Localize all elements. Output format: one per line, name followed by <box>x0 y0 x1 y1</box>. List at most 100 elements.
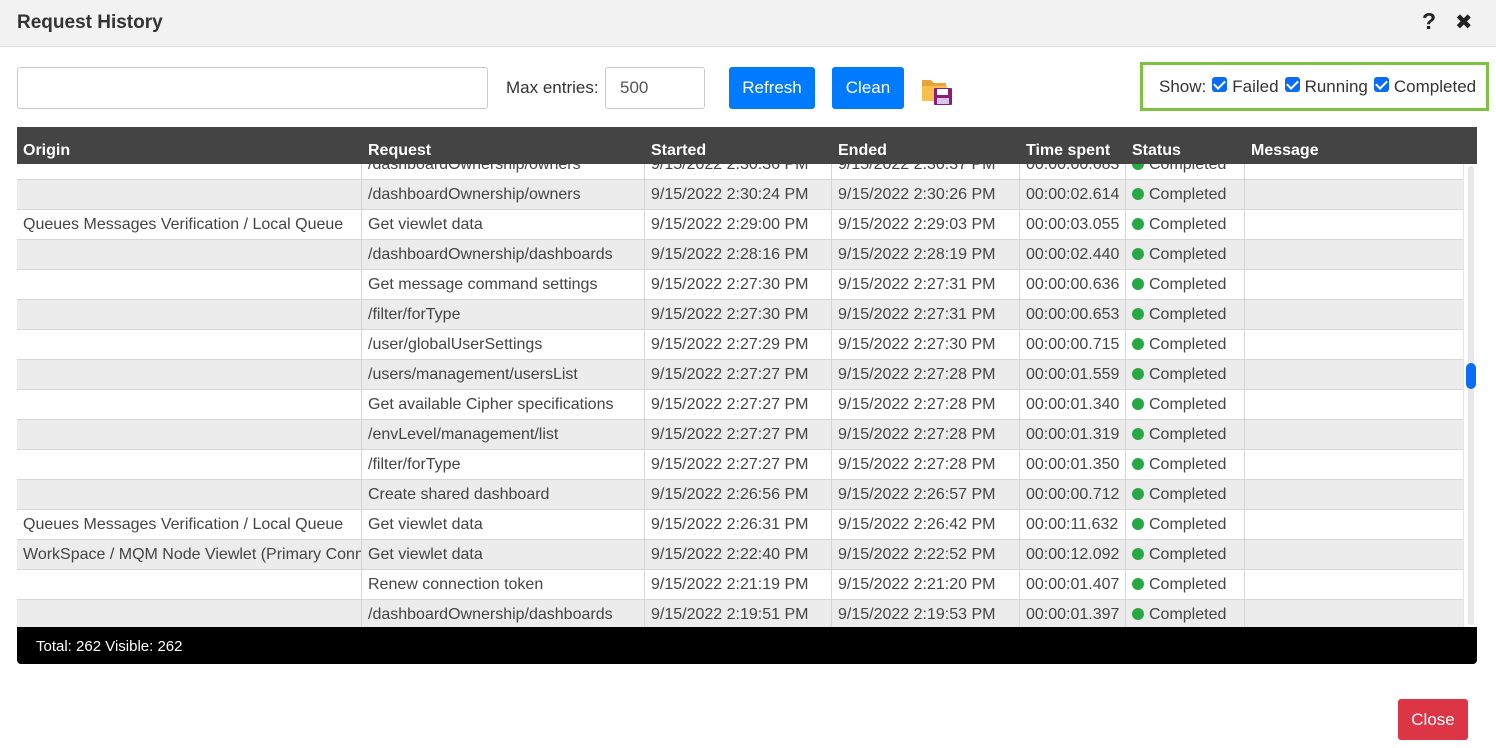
started-cell: 9/15/2022 2:27:27 PM <box>645 420 832 450</box>
status-cell: Completed <box>1126 330 1245 360</box>
table-row[interactable]: Create shared dashboard 9/15/2022 2:26:56… <box>17 480 1463 510</box>
column-header-message[interactable]: Message <box>1251 142 1319 160</box>
time-spent-cell: 00:00:03.055 <box>1020 210 1126 240</box>
table-row[interactable]: Queues Messages Verification / Local Que… <box>17 210 1463 240</box>
ended-cell: 9/15/2022 2:28:19 PM <box>832 240 1020 270</box>
status-dot-icon <box>1132 218 1144 230</box>
table-scrollbar[interactable] <box>1463 164 1477 627</box>
dialog-title: Request History <box>17 12 163 33</box>
time-spent-cell: 00:00:01.319 <box>1020 420 1126 450</box>
started-cell: 9/15/2022 2:27:30 PM <box>645 300 832 330</box>
started-cell: 9/15/2022 2:19:51 PM <box>645 600 832 627</box>
ended-cell: 9/15/2022 2:27:28 PM <box>832 390 1020 420</box>
ended-cell: 9/15/2022 2:27:31 PM <box>832 270 1020 300</box>
started-cell: 9/15/2022 2:28:16 PM <box>645 240 832 270</box>
request-cell: /dashboardOwnership/dashboards <box>362 240 645 270</box>
column-header-time-spent[interactable]: Time spent <box>1026 142 1110 160</box>
table-row[interactable]: Get available Cipher specifications 9/15/… <box>17 390 1463 420</box>
running-label: Running <box>1304 76 1368 96</box>
scrollbar-thumb[interactable] <box>1466 363 1476 389</box>
table-row[interactable]: /dashboardOwnership/owners 9/15/2022 2:30… <box>17 164 1463 180</box>
message-cell <box>1245 270 1463 300</box>
table-header: Origin Request Started Ended Time spent … <box>17 127 1477 164</box>
started-cell: 9/15/2022 2:30:36 PM <box>645 164 832 180</box>
status-cell: Completed <box>1126 164 1245 180</box>
table-row[interactable]: WorkSpace / MQM Node Viewlet (Primary Co… <box>17 540 1463 570</box>
search-input[interactable] <box>17 67 488 109</box>
status-text: Completed <box>1149 366 1227 383</box>
table-row[interactable]: /dashboardOwnership/dashboards 9/15/2022 … <box>17 600 1463 627</box>
folder-save-icon[interactable] <box>920 74 954 106</box>
status-text: Completed <box>1149 306 1227 323</box>
status-filter-box: Show: Failed Running Completed <box>1140 62 1489 111</box>
origin-cell <box>17 420 362 450</box>
table-row[interactable]: Renew connection token 9/15/2022 2:21:19 … <box>17 570 1463 600</box>
status-text: Completed <box>1149 246 1227 263</box>
table-row[interactable]: /filter/forType 9/15/2022 2:27:30 PM 9/15/… <box>17 300 1463 330</box>
request-cell: /users/management/usersList <box>362 360 645 390</box>
status-text: Completed <box>1149 546 1227 563</box>
column-header-origin[interactable]: Origin <box>23 142 70 160</box>
status-dot-icon <box>1132 308 1144 320</box>
column-header-ended[interactable]: Ended <box>838 142 887 160</box>
request-cell: /filter/forType <box>362 300 645 330</box>
status-text: Completed <box>1149 486 1227 503</box>
origin-cell <box>17 164 362 180</box>
max-entries-input[interactable] <box>605 67 705 109</box>
ended-cell: 9/15/2022 2:30:37 PM <box>832 164 1020 180</box>
request-cell: Get available Cipher specifications <box>362 390 645 420</box>
ended-cell: 9/15/2022 2:29:03 PM <box>832 210 1020 240</box>
close-icon[interactable]: ✖ <box>1455 10 1473 35</box>
table-row[interactable]: /dashboardOwnership/dashboards 9/15/2022 … <box>17 240 1463 270</box>
close-button[interactable]: Close <box>1398 699 1468 740</box>
request-cell: Get viewlet data <box>362 540 645 570</box>
status-cell: Completed <box>1126 600 1245 627</box>
status-dot-icon <box>1132 458 1144 470</box>
started-cell: 9/15/2022 2:30:24 PM <box>645 180 832 210</box>
table-row[interactable]: /dashboardOwnership/owners 9/15/2022 2:30… <box>17 180 1463 210</box>
status-dot-icon <box>1132 548 1144 560</box>
message-cell <box>1245 450 1463 480</box>
time-spent-cell: 00:00:02.614 <box>1020 180 1126 210</box>
started-cell: 9/15/2022 2:26:56 PM <box>645 480 832 510</box>
started-cell: 9/15/2022 2:27:29 PM <box>645 330 832 360</box>
started-cell: 9/15/2022 2:29:00 PM <box>645 210 832 240</box>
status-cell: Completed <box>1126 420 1245 450</box>
clean-button[interactable]: Clean <box>832 67 904 109</box>
help-icon[interactable]: ? <box>1422 8 1436 35</box>
origin-cell <box>17 570 362 600</box>
status-dot-icon <box>1132 368 1144 380</box>
status-text: Completed <box>1149 216 1227 233</box>
status-dot-icon <box>1132 518 1144 530</box>
message-cell <box>1245 510 1463 540</box>
origin-cell <box>17 450 362 480</box>
filter-running[interactable]: Running <box>1284 76 1368 97</box>
status-cell: Completed <box>1126 450 1245 480</box>
message-cell <box>1245 210 1463 240</box>
table-row[interactable]: /envLevel/management/list 9/15/2022 2:27:… <box>17 420 1463 450</box>
started-cell: 9/15/2022 2:21:19 PM <box>645 570 832 600</box>
table-row[interactable]: /filter/forType 9/15/2022 2:27:27 PM 9/15/… <box>17 450 1463 480</box>
table-row[interactable]: Get message command settings 9/15/2022 2:… <box>17 270 1463 300</box>
status-text: Completed <box>1149 606 1227 623</box>
table-row[interactable]: /users/management/usersList 9/15/2022 2:2… <box>17 360 1463 390</box>
status-cell: Completed <box>1126 360 1245 390</box>
table-row[interactable]: /user/globalUserSettings 9/15/2022 2:27:2… <box>17 330 1463 360</box>
column-header-started[interactable]: Started <box>651 142 706 160</box>
request-cell: /user/globalUserSettings <box>362 330 645 360</box>
column-header-status[interactable]: Status <box>1132 142 1181 160</box>
scrollbar-track[interactable] <box>1468 166 1474 625</box>
failed-checkbox[interactable] <box>1212 77 1228 92</box>
status-text: Completed <box>1149 396 1227 413</box>
request-cell: /dashboardOwnership/owners <box>362 180 645 210</box>
filter-failed[interactable]: Failed <box>1212 76 1279 97</box>
message-cell <box>1245 600 1463 627</box>
failed-label: Failed <box>1232 76 1279 96</box>
filter-completed[interactable]: Completed <box>1373 77 1476 97</box>
completed-checkbox[interactable] <box>1373 77 1389 92</box>
table-row[interactable]: Queues Messages Verification / Local Que… <box>17 510 1463 540</box>
refresh-button[interactable]: Refresh <box>729 67 815 109</box>
status-dot-icon <box>1132 278 1144 290</box>
running-checkbox[interactable] <box>1284 77 1300 92</box>
column-header-request[interactable]: Request <box>368 142 431 160</box>
